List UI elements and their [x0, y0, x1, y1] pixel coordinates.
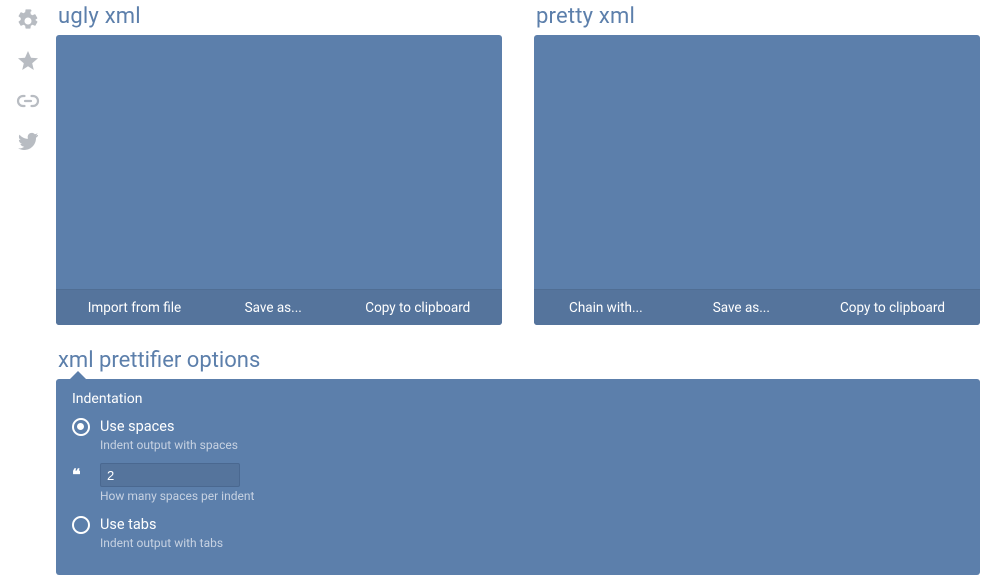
pretty-xml-panel: pretty xml Chain with... Save as... Copy…	[534, 4, 980, 325]
use-tabs-label: Use tabs	[100, 515, 223, 535]
chain-with-button[interactable]: Chain with...	[561, 296, 651, 320]
gear-icon[interactable]	[15, 8, 41, 34]
copy-to-clipboard-button-left[interactable]: Copy to clipboard	[357, 296, 478, 320]
use-tabs-radio[interactable]	[72, 516, 90, 534]
ugly-xml-panel: ugly xml Import from file Save as... Cop…	[56, 4, 502, 325]
indent-size-row: ❝	[72, 463, 964, 487]
side-toolbar	[8, 8, 48, 154]
pretty-xml-textarea[interactable]	[534, 35, 980, 289]
panels-row: ugly xml Import from file Save as... Cop…	[56, 4, 980, 325]
use-spaces-desc: Indent output with spaces	[100, 437, 238, 453]
twitter-icon[interactable]	[15, 128, 41, 154]
star-icon[interactable]	[15, 48, 41, 74]
indent-size-input[interactable]	[100, 463, 240, 487]
quote-icon: ❝	[72, 464, 94, 486]
save-as-button-right[interactable]: Save as...	[705, 296, 778, 320]
options-box: Indentation Use spaces Indent output wit…	[56, 379, 980, 575]
ugly-xml-box: Import from file Save as... Copy to clip…	[56, 35, 502, 325]
ugly-xml-textarea[interactable]	[56, 35, 502, 289]
pretty-xml-title: pretty xml	[536, 4, 980, 29]
use-tabs-text: Use tabs Indent output with tabs	[100, 515, 223, 551]
link-icon[interactable]	[15, 88, 41, 114]
use-spaces-radio[interactable]	[72, 418, 90, 436]
use-spaces-label: Use spaces	[100, 417, 238, 437]
use-spaces-text: Use spaces Indent output with spaces	[100, 417, 238, 453]
use-tabs-option[interactable]: Use tabs Indent output with tabs	[72, 515, 964, 551]
pretty-xml-actions: Chain with... Save as... Copy to clipboa…	[534, 289, 980, 325]
indentation-heading: Indentation	[72, 391, 964, 407]
copy-to-clipboard-button-right[interactable]: Copy to clipboard	[832, 296, 953, 320]
options-title: xml prettifier options	[58, 348, 980, 373]
ugly-xml-actions: Import from file Save as... Copy to clip…	[56, 289, 502, 325]
import-from-file-button[interactable]: Import from file	[80, 296, 189, 320]
use-tabs-desc: Indent output with tabs	[100, 535, 223, 551]
options-section: xml prettifier options Indentation Use s…	[56, 348, 980, 575]
indent-size-desc: How many spaces per indent	[100, 489, 964, 503]
use-spaces-option[interactable]: Use spaces Indent output with spaces	[72, 417, 964, 453]
ugly-xml-title: ugly xml	[58, 4, 502, 29]
save-as-button-left[interactable]: Save as...	[237, 296, 310, 320]
pretty-xml-box: Chain with... Save as... Copy to clipboa…	[534, 35, 980, 325]
